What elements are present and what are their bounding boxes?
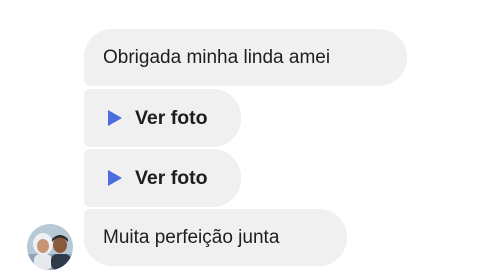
message-text: Muita perfeição junta: [103, 226, 280, 248]
message-bubble-text[interactable]: Obrigada minha linda amei: [84, 29, 407, 86]
message-text: Obrigada minha linda amei: [103, 46, 331, 68]
view-photo-button[interactable]: Ver foto: [84, 89, 241, 147]
view-photo-label: Ver foto: [135, 106, 208, 129]
view-photo-label: Ver foto: [135, 166, 208, 189]
avatar[interactable]: [27, 224, 73, 270]
view-photo-button[interactable]: Ver foto: [84, 149, 241, 207]
profile-photo-icon: [27, 224, 73, 270]
play-icon: [108, 110, 122, 126]
play-icon: [108, 170, 122, 186]
message-bubble-text[interactable]: Muita perfeição junta: [84, 209, 347, 266]
